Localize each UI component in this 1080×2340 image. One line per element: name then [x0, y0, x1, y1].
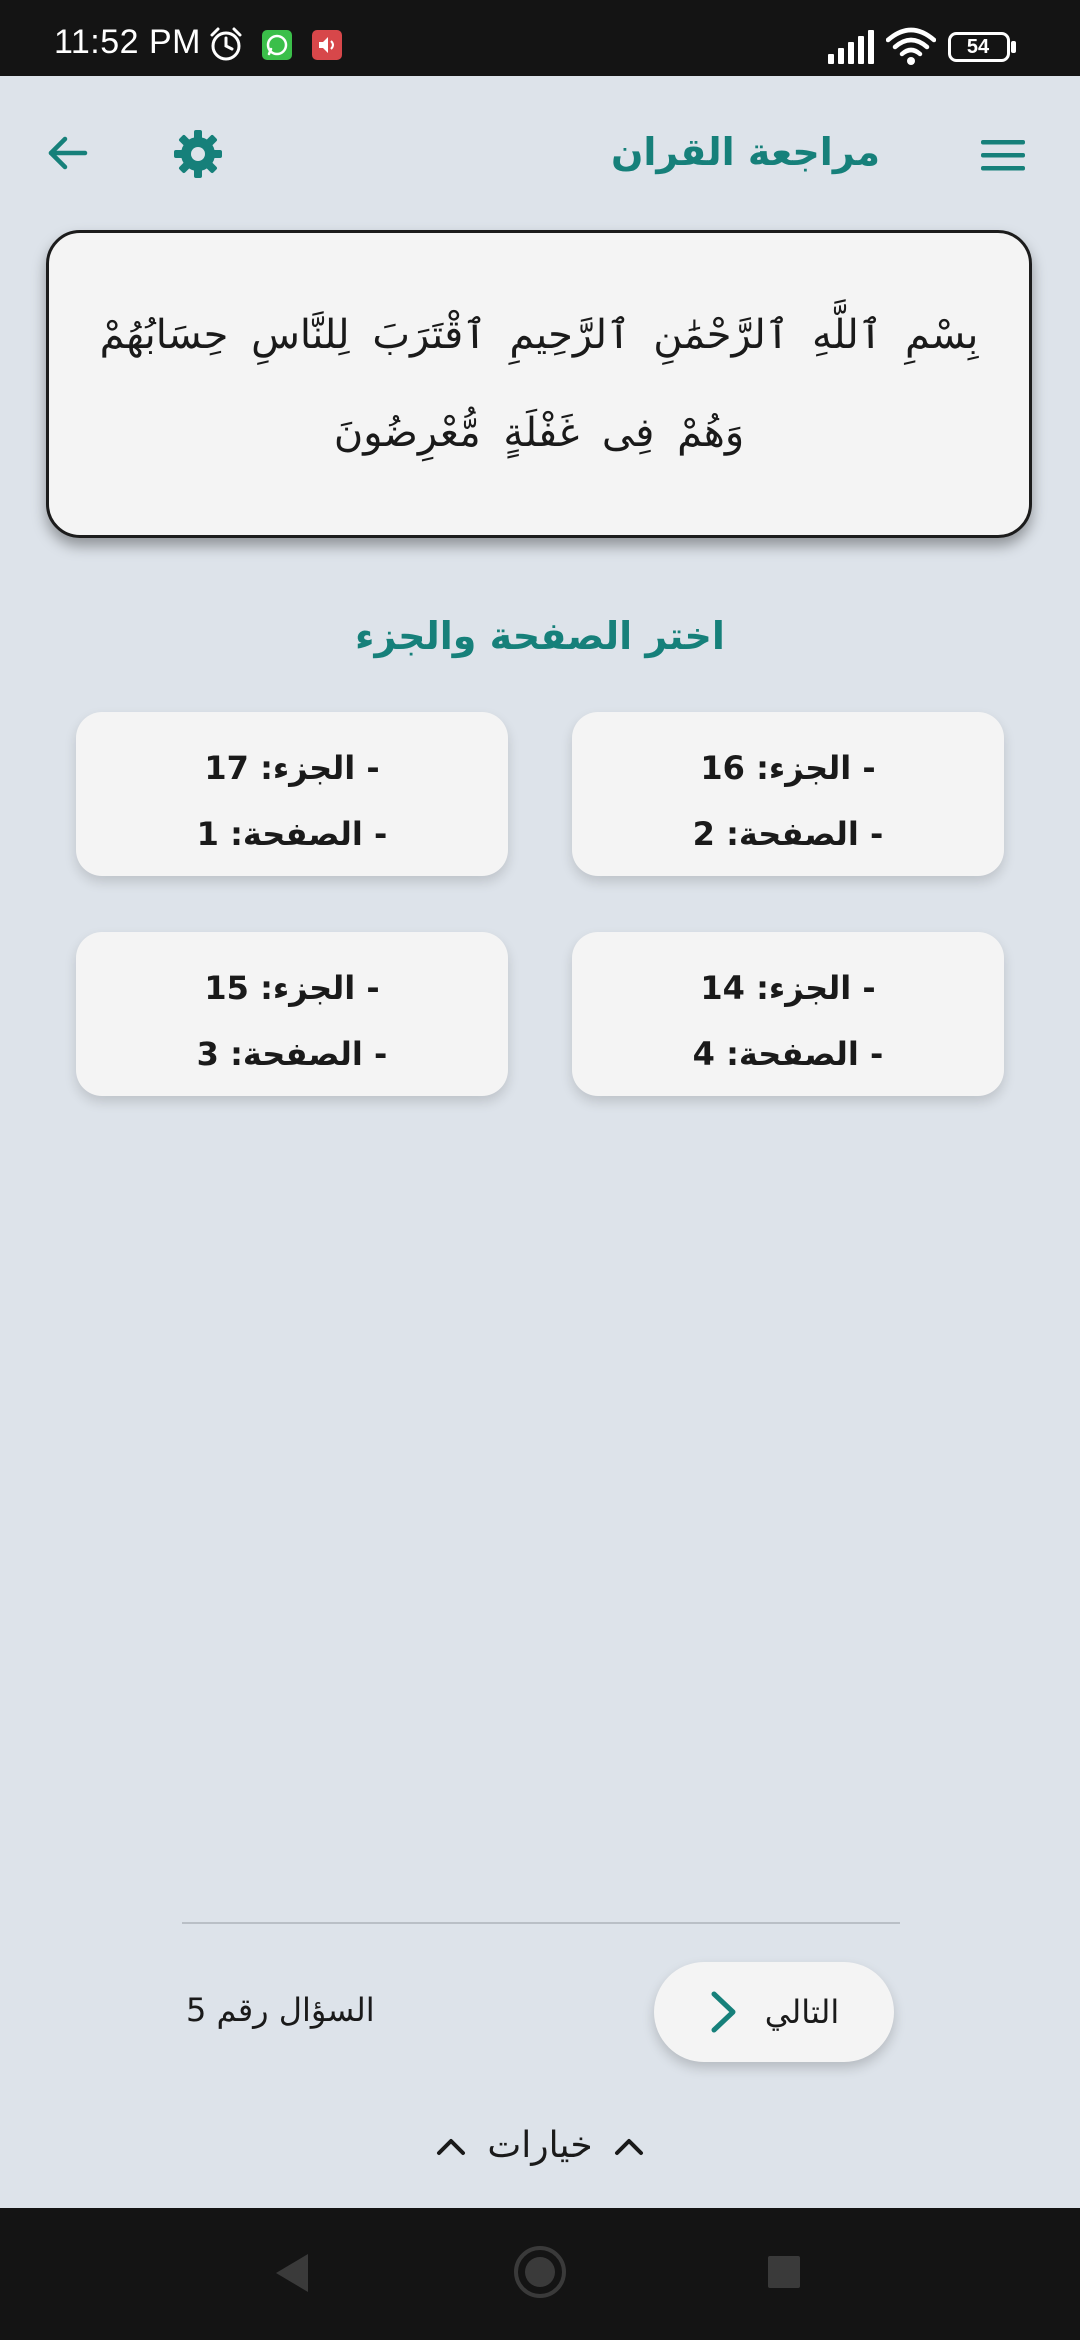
options-toggle[interactable]: خيارات [0, 2118, 1080, 2174]
settings-button[interactable] [170, 126, 226, 182]
question-number: السؤال رقم 5 [186, 1991, 375, 2029]
option-juz: - الجزء: 15 [204, 969, 380, 1007]
status-bar: 11:52 PM 54 [0, 0, 1080, 76]
sound-icon [312, 30, 342, 64]
menu-button[interactable] [976, 128, 1030, 182]
arrow-left-icon [48, 136, 88, 170]
square-recents-icon [768, 2256, 800, 2288]
option-card[interactable]: - الجزء: 15 - الصفحة: 3 [76, 932, 508, 1096]
chevron-up-icon [614, 2139, 643, 2155]
chevron-up-icon [437, 2139, 466, 2155]
verse-card: بِسْمِ ٱللَّهِ ٱلرَّحْمَٰنِ ٱلرَّحِيمِ ٱ… [46, 230, 1032, 538]
battery-icon: 54 [948, 32, 1018, 62]
chevron-right-icon [711, 1991, 736, 2033]
system-nav-bar [0, 2208, 1080, 2340]
hamburger-menu-icon [981, 140, 1025, 171]
selection-prompt: اختر الصفحة والجزء [355, 614, 725, 658]
option-card[interactable]: - الجزء: 17 - الصفحة: 1 [76, 712, 508, 876]
next-button[interactable]: التالي [654, 1962, 894, 2062]
status-time: 11:52 PM [54, 23, 202, 61]
option-juz: - الجزء: 16 [700, 749, 876, 787]
option-page: - الصفحة: 2 [692, 815, 884, 853]
option-juz: - الجزء: 14 [700, 969, 876, 1007]
back-button[interactable] [40, 126, 94, 180]
gear-icon [174, 130, 222, 178]
app-header: مراجعة القران [0, 76, 1080, 236]
option-juz: - الجزء: 17 [204, 749, 380, 787]
footer-divider [182, 1922, 900, 1924]
alarm-icon [208, 26, 244, 66]
whatsapp-icon [262, 30, 292, 64]
nav-recents-button[interactable] [766, 2254, 802, 2294]
option-page: - الصفحة: 3 [196, 1035, 388, 1073]
triangle-back-icon [276, 2254, 308, 2292]
verse-text: بِسْمِ ٱللَّهِ ٱلرَّحْمَٰنِ ٱلرَّحِيمِ ٱ… [99, 312, 979, 456]
options-label: خيارات [487, 2125, 593, 2166]
option-page: - الصفحة: 4 [692, 1035, 884, 1073]
circle-home-icon [514, 2246, 566, 2298]
option-page: - الصفحة: 1 [196, 815, 388, 853]
nav-home-button[interactable] [512, 2244, 568, 2304]
option-card[interactable]: - الجزء: 14 - الصفحة: 4 [572, 932, 1004, 1096]
wifi-icon [885, 26, 937, 70]
next-button-label: التالي [764, 1993, 840, 2031]
nav-back-button[interactable] [272, 2250, 312, 2300]
signal-icon [826, 30, 874, 68]
option-card[interactable]: - الجزء: 16 - الصفحة: 2 [572, 712, 1004, 876]
battery-level: 54 [966, 36, 990, 58]
page-title: مراجعة القران [610, 130, 880, 174]
